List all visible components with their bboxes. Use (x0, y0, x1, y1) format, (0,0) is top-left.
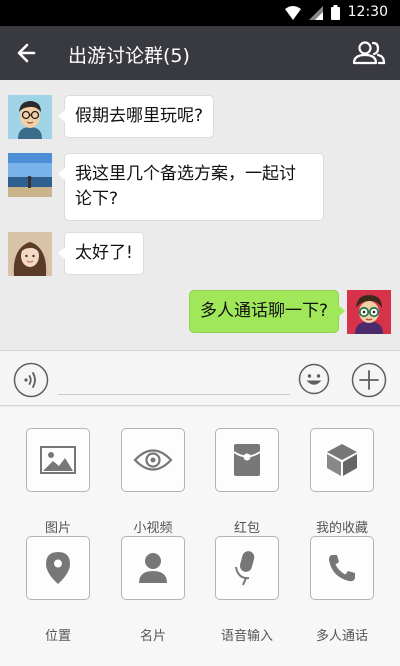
panel-icon-box (26, 428, 90, 492)
message-input[interactable] (58, 365, 290, 395)
message-bubble[interactable]: 我这里几个备选方案，一起讨 论下? (58, 153, 324, 221)
panel-item-label: 多人通话 (315, 629, 368, 644)
panel-icon-box (215, 536, 279, 600)
red-packet-icon (233, 444, 261, 476)
status-icons (285, 5, 340, 20)
signal-icon (309, 5, 323, 20)
microphone-icon (235, 551, 255, 586)
avatar-member-2[interactable] (8, 153, 52, 197)
group-members-button[interactable] (352, 39, 386, 67)
panel-icon-box (215, 428, 279, 492)
panel-icon-box (121, 428, 185, 492)
panel-item-label: 红包 (233, 521, 260, 536)
my-message-bubble[interactable]: 多人通话聊一下? (188, 290, 346, 333)
message-text: 多人通话聊一下? (199, 301, 328, 321)
arrow-left-icon (17, 43, 36, 63)
function-panel: 图片 小视频 红包 我的收藏 位置 名片 语音输入 多人通话 (0, 407, 400, 666)
emoji-button[interactable] (298, 363, 330, 395)
smiley-icon (298, 363, 330, 395)
avatar-girl-photo-image (8, 232, 52, 276)
status-bar: 12:30 (0, 0, 400, 26)
plus-icon (351, 362, 387, 398)
title-bar: 出游讨论群(5) (0, 26, 400, 80)
back-button[interactable] (12, 39, 42, 67)
panel-icon-box (310, 536, 374, 600)
panel-item-contact-card[interactable]: 名片 (113, 536, 193, 644)
voice-input-button[interactable] (13, 362, 49, 398)
message-text-line: 我这里几个备选方案，一起讨 (75, 164, 296, 184)
voice-wave-icon (13, 362, 49, 398)
panel-icon-box (310, 428, 374, 492)
avatar-me[interactable] (347, 290, 391, 334)
panel-item-label: 位置 (44, 629, 71, 644)
panel-item-group-call[interactable]: 多人通话 (302, 536, 382, 644)
panel-item-label: 图片 (44, 521, 71, 536)
chat-area[interactable]: 假期去哪里玩呢? 我这里几个备选方案，一起讨 论下? 太好了! 多人通话聊一下? (0, 80, 400, 350)
phone-icon (329, 555, 355, 582)
wifi-icon (285, 5, 301, 20)
avatar-member-3[interactable] (8, 232, 52, 276)
message-bubble[interactable]: 假期去哪里玩呢? (57, 95, 215, 138)
panel-item-label: 名片 (139, 629, 166, 644)
panel-item-short-video[interactable]: 小视频 (113, 428, 193, 536)
image-icon (40, 446, 76, 474)
group-members-icon (352, 41, 386, 65)
message-text-line: 论下? (75, 189, 119, 209)
more-functions-button[interactable] (351, 362, 387, 398)
panel-icon-box (26, 536, 90, 600)
message-text: 太好了! (75, 243, 133, 263)
avatar-sea-photo-image (8, 153, 52, 197)
panel-item-label: 我的收藏 (315, 521, 368, 536)
avatar-member-1[interactable] (8, 95, 52, 139)
panel-item-voice-input[interactable]: 语音输入 (207, 536, 287, 644)
page-title: 出游讨论群(5) (68, 45, 190, 67)
location-pin-icon (46, 552, 70, 584)
message-bubble[interactable]: 太好了! (58, 232, 144, 275)
status-time: 12:30 (347, 4, 388, 20)
panel-item-label: 小视频 (133, 521, 173, 536)
panel-item-location[interactable]: 位置 (18, 536, 98, 644)
cube-icon (327, 444, 357, 476)
avatar-cartoon-glasses-red-image (347, 290, 391, 334)
panel-item-red-packet[interactable]: 红包 (207, 428, 287, 536)
input-bar (0, 350, 400, 406)
message-text: 假期去哪里玩呢? (75, 106, 204, 126)
panel-item-label: 语音输入 (220, 629, 273, 644)
panel-item-favorites[interactable]: 我的收藏 (302, 428, 382, 536)
person-card-icon (139, 553, 167, 583)
eye-icon (133, 449, 173, 471)
panel-icon-box (121, 536, 185, 600)
battery-icon (331, 5, 340, 20)
panel-item-image[interactable]: 图片 (18, 428, 98, 536)
avatar-cartoon-glasses-image (8, 95, 52, 139)
